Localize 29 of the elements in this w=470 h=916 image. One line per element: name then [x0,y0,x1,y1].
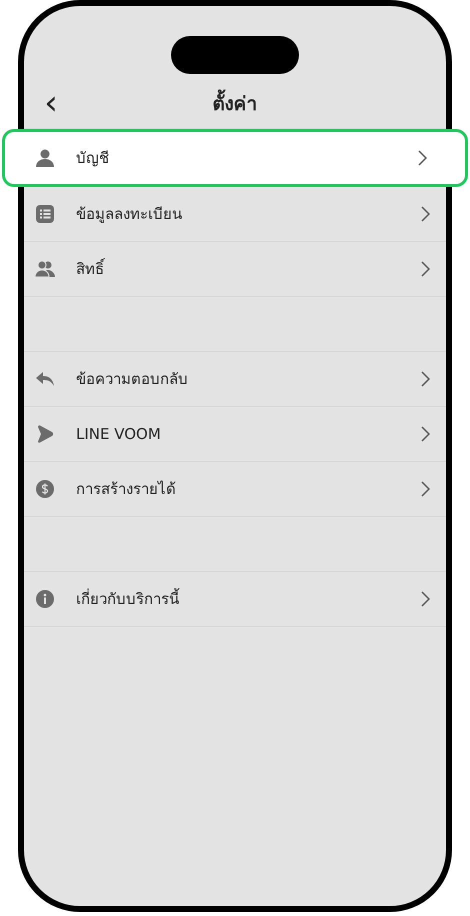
settings-row[interactable]: การสร้างรายได้ [24,462,446,517]
row-label: ข้อความตอบกลับ [76,369,189,390]
row-label: สิทธิ์ [76,257,106,280]
dollar-icon [35,479,55,499]
settings-row[interactable]: ข้อความตอบกลับ [24,352,446,407]
row-label: LINE VOOM [76,425,162,443]
person-icon [35,148,55,168]
settings-row[interactable]: LINE VOOM [24,407,446,462]
settings-row[interactable]: ข้อมูลลงทะเบียน [24,187,446,242]
chevron-right-icon [421,481,430,497]
info-icon [35,589,55,609]
play-icon [35,424,55,444]
row-label: เกี่ยวกับบริการนี้ [76,587,180,610]
chevron-right-icon [421,591,430,607]
chevron-right-icon [421,371,430,387]
list-icon [35,204,55,224]
settings-row[interactable]: บัญชี [2,129,468,187]
settings-row[interactable]: สิทธิ์ [24,242,446,297]
chevron-right-icon [421,261,430,277]
chevron-right-icon [421,206,430,222]
back-button[interactable]: ‹ [38,86,64,120]
row-label: ข้อมูลลงทะเบียน [76,204,183,225]
screen-title: ตั้งค่า [64,88,406,118]
row-label: การสร้างรายได้ [76,479,177,500]
chevron-right-icon [421,426,430,442]
row-label: บัญชี [76,148,110,169]
chevron-right-icon [418,150,427,166]
settings-row[interactable]: เกี่ยวกับบริการนี้ [24,572,446,627]
people-icon [35,259,55,279]
